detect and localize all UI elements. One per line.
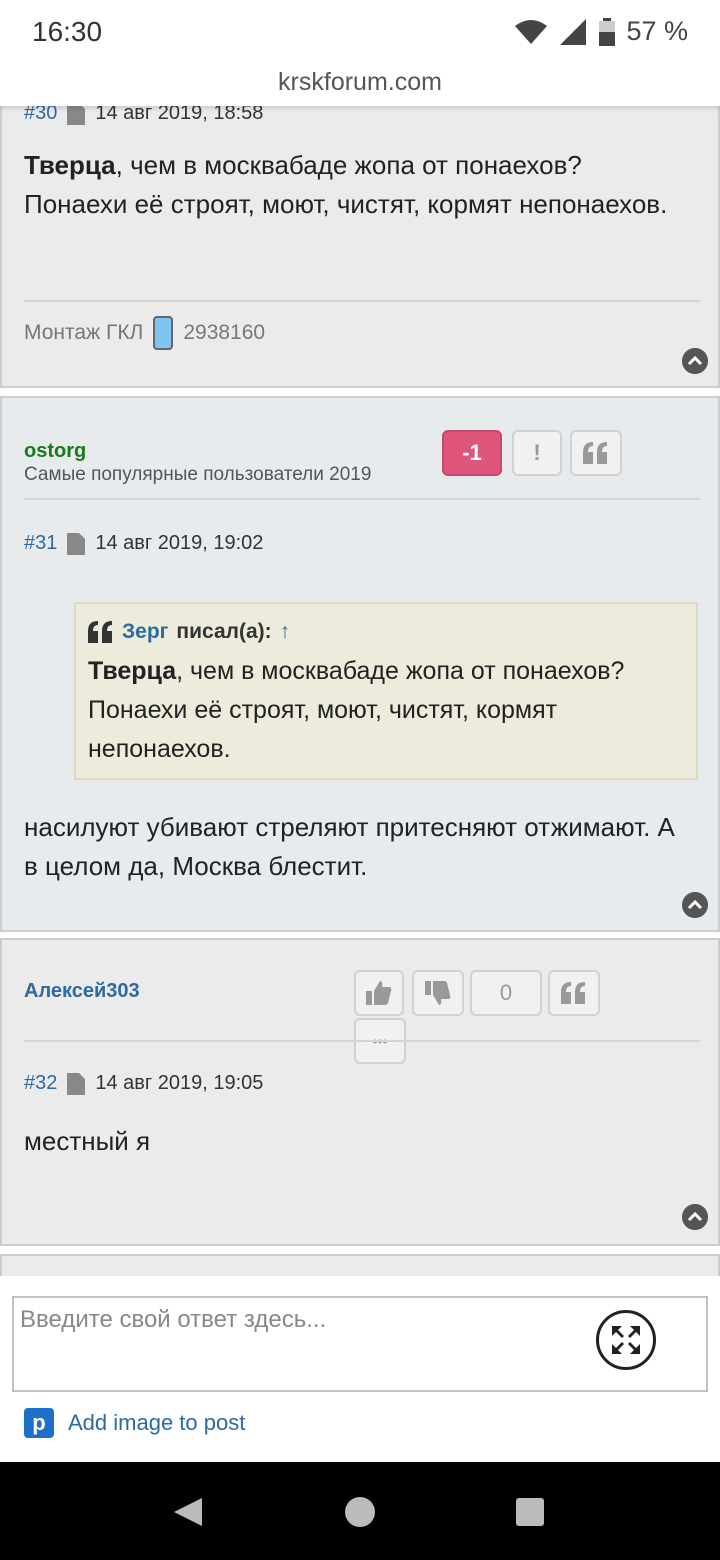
post-body: насилуют убивают стреляют притесняют отж… (24, 812, 675, 881)
add-image-link[interactable]: p Add image to post (24, 1408, 245, 1438)
reply-area: Введите свой ответ здесь... p Add image … (0, 1276, 720, 1462)
like-button[interactable] (354, 970, 404, 1016)
reply-placeholder: Введите свой ответ здесь... (20, 1306, 327, 1333)
wifi-icon (515, 19, 548, 44)
status-icons: 57 % (514, 16, 688, 47)
system-nav-bar (0, 1462, 720, 1560)
username-link[interactable]: Алексей303 (24, 980, 140, 1003)
post-body: Тверца, чем в москвабаде жопа от понаехо… (24, 146, 684, 224)
user-title: Самые популярные пользователи 2019 (24, 464, 372, 485)
phone-icon (153, 316, 174, 350)
postimage-logo-icon: p (24, 1408, 54, 1438)
post-meta: #30 14 авг 2019, 18:58 (24, 106, 263, 125)
expand-icon (612, 1326, 640, 1354)
document-icon[interactable] (67, 106, 86, 125)
quoted-name: Тверца (88, 657, 177, 685)
quote-button[interactable] (570, 430, 622, 476)
report-button[interactable]: ! (512, 430, 562, 476)
battery-percent: 57 % (626, 16, 688, 46)
signature-phone: 2938160 (183, 321, 266, 344)
signature-text: Монтаж ГКЛ (24, 321, 144, 344)
post-32: Алексей303 0 ••• #32 14 авг 2019, 19:05 … (0, 938, 720, 1246)
quote-icon (561, 982, 585, 1004)
header-divider (24, 498, 700, 500)
document-icon[interactable] (67, 532, 86, 555)
battery-icon (599, 17, 616, 46)
post-text: , чем в москвабаде жопа от понаехов? Пон… (24, 150, 668, 219)
dislike-button[interactable] (412, 970, 464, 1016)
post-number-link[interactable]: #31 (24, 532, 57, 555)
scroll-top-icon[interactable] (682, 892, 708, 918)
scroll-top-icon[interactable] (682, 348, 708, 374)
signal-icon (560, 18, 587, 45)
rating-score-button[interactable]: -1 (442, 430, 502, 476)
document-icon[interactable] (67, 1072, 86, 1095)
post-30: #30 14 авг 2019, 18:58 Тверца, чем в мос… (0, 106, 720, 388)
status-bar: 16:30 57 % (0, 0, 720, 68)
recents-icon[interactable] (514, 1496, 546, 1528)
signature: Монтаж ГКЛ 2938160 (24, 316, 265, 350)
post-meta: #32 14 авг 2019, 19:05 (24, 1072, 263, 1095)
thumbs-up-icon (366, 981, 392, 1005)
quoted-name: Тверца (24, 150, 116, 180)
post-date: 14 авг 2019, 18:58 (95, 106, 264, 124)
status-time: 16:30 (32, 16, 103, 47)
url-text: krskforum.com (278, 68, 442, 96)
back-icon[interactable] (172, 1496, 204, 1528)
quote-block: Зерг писал(а): ↑ Тверца, чем в москвабад… (74, 602, 698, 780)
post-number-link[interactable]: #32 (24, 1072, 57, 1095)
post-date: 14 авг 2019, 19:05 (95, 1072, 264, 1094)
scroll-top-icon[interactable] (682, 1204, 708, 1230)
quote-author-link[interactable]: Зерг (122, 620, 168, 644)
post-number-link[interactable]: #30 (24, 106, 57, 125)
signature-divider (24, 300, 700, 302)
post-meta: #31 14 авг 2019, 19:02 (24, 532, 263, 555)
quote-source-arrow[interactable]: ↑ (280, 620, 291, 644)
home-icon[interactable] (344, 1496, 376, 1528)
quote-text: Тверца, чем в москвабаде жопа от понаехо… (88, 652, 688, 769)
quote-icon (583, 442, 607, 464)
quote-header: Зерг писал(а): ↑ (88, 620, 290, 644)
reply-input[interactable]: Введите свой ответ здесь... (12, 1296, 708, 1392)
thread-content: #30 14 авг 2019, 18:58 Тверца, чем в мос… (0, 106, 720, 1276)
add-image-label: Add image to post (68, 1410, 246, 1435)
post-33-edge (0, 1254, 720, 1276)
expand-editor-button[interactable] (596, 1310, 656, 1370)
url-bar[interactable]: krskforum.com (0, 68, 720, 106)
header-divider (24, 1040, 700, 1042)
post-body: местный я (24, 1126, 151, 1156)
post-31: ostorg Самые популярные пользователи 201… (0, 396, 720, 932)
username-link[interactable]: ostorg (24, 440, 86, 463)
thumbs-down-icon (425, 981, 451, 1005)
quote-button[interactable] (548, 970, 600, 1016)
quote-wrote-label: писал(а): (176, 620, 272, 643)
rating-score-button[interactable]: 0 (470, 970, 542, 1016)
post-date: 14 авг 2019, 19:02 (95, 532, 264, 554)
quote-icon (88, 621, 112, 643)
